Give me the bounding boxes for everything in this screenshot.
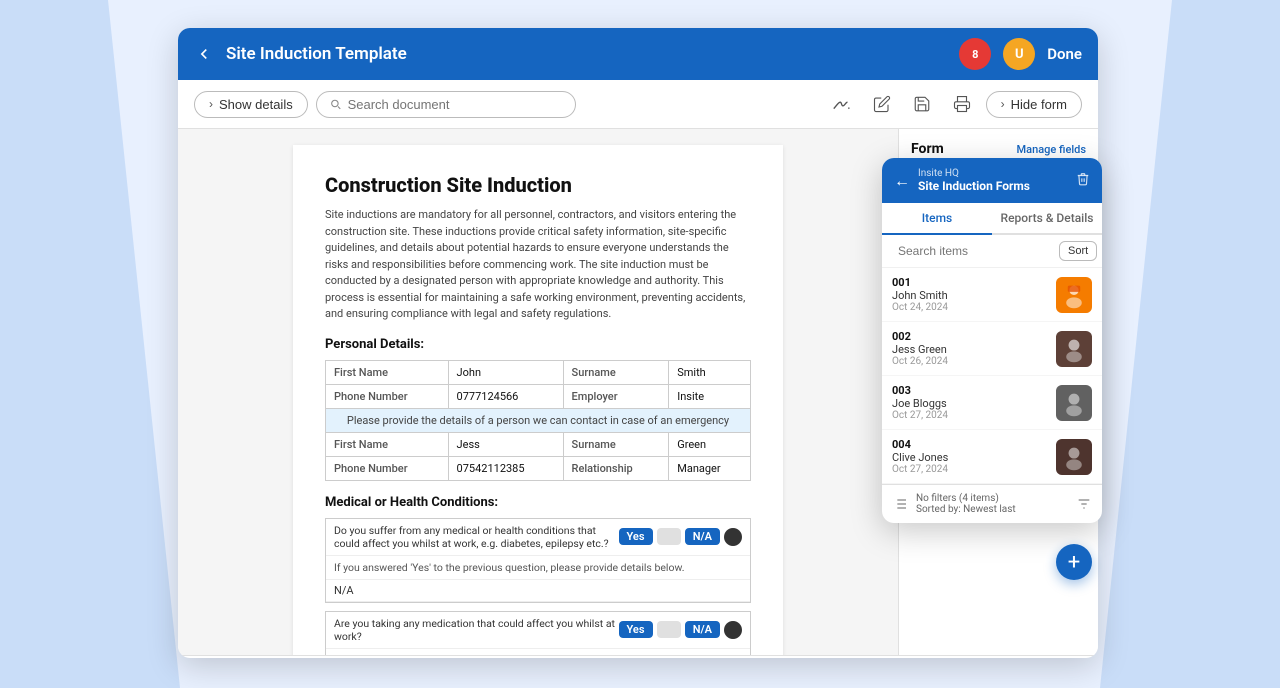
tab-items[interactable]: Items <box>882 203 992 235</box>
medical-q1: Do you suffer from any medical or health… <box>325 518 751 603</box>
page-title: Site Induction Template <box>226 44 947 64</box>
phone-value: 0777124566 <box>448 384 563 408</box>
print-icon[interactable] <box>946 88 978 120</box>
emerg-phone-label: Phone Number <box>326 456 449 480</box>
document-area: Construction Site Induction Site inducti… <box>178 129 898 655</box>
mq2-grey-button <box>657 621 681 638</box>
item-avatar-004 <box>1056 439 1092 475</box>
flyout-form-name: Site Induction Forms <box>918 179 1068 193</box>
mq2-yes-button[interactable]: Yes <box>619 621 653 638</box>
footer-filters-text: No filters (4 items) Sorted by: Newest l… <box>916 493 1068 515</box>
item-info-001: 001 John Smith Oct 24, 2024 <box>892 276 1056 313</box>
search-input[interactable] <box>348 97 563 112</box>
chevron-right-icon: › <box>209 97 213 111</box>
flyout-company: Insite HQ <box>918 168 1068 179</box>
document-intro: Site inductions are mandatory for all pe… <box>325 207 751 323</box>
phone-label: Phone Number <box>326 384 449 408</box>
mq2-detail: If you answered 'Yes' to the previous qu… <box>326 649 750 656</box>
item-info-004: 004 Clive Jones Oct 27, 2024 <box>892 438 1056 475</box>
flyout-search-input[interactable] <box>898 244 1053 258</box>
personal-details-table: First Name John Surname Smith Phone Numb… <box>325 360 751 481</box>
sort-button[interactable]: Sort <box>1059 241 1097 261</box>
flyout-header-text: Insite HQ Site Induction Forms <box>918 168 1068 193</box>
chevron-right-icon2: › <box>1001 97 1005 111</box>
search-icon <box>329 97 342 111</box>
flyout-tabs: Items Reports & Details <box>882 203 1102 235</box>
trash-icon[interactable] <box>1076 172 1090 190</box>
mq1-buttons: Yes N/A <box>619 528 743 546</box>
employer-value: Insite <box>669 384 751 408</box>
emerg-phone-value: 07542112385 <box>448 456 563 480</box>
mq2-text: Are you taking any medication that could… <box>334 617 619 643</box>
emerg-surname-label: Surname <box>563 432 669 456</box>
mq1-row: Do you suffer from any medical or health… <box>326 519 750 556</box>
medical-q2: Are you taking any medication that could… <box>325 611 751 656</box>
mq1-detail: If you answered 'Yes' to the previous qu… <box>326 556 750 580</box>
edit-icon[interactable] <box>866 88 898 120</box>
first-name-label: First Name <box>326 360 449 384</box>
surname-value: Smith <box>669 360 751 384</box>
list-item[interactable]: 004 Clive Jones Oct 27, 2024 <box>882 430 1102 484</box>
relationship-value: Manager <box>669 456 751 480</box>
personal-details-title: Personal Details: <box>325 337 751 352</box>
header: Site Induction Template 8 U Done <box>178 28 1098 80</box>
done-button[interactable]: Done <box>1047 45 1082 63</box>
list-item[interactable]: 002 Jess Green Oct 26, 2024 <box>882 322 1102 376</box>
mq1-yes-button[interactable]: Yes <box>619 528 653 545</box>
item-info-003: 003 Joe Bloggs Oct 27, 2024 <box>892 384 1056 421</box>
form-title: Form <box>911 141 944 157</box>
manage-fields-link[interactable]: Manage fields <box>1017 143 1086 156</box>
medical-title: Medical or Health Conditions: <box>325 495 751 510</box>
mq1-dot-button[interactable] <box>724 528 742 546</box>
avatar[interactable]: U <box>1003 38 1035 70</box>
mq2-na-button[interactable]: N/A <box>685 621 720 638</box>
flyout-search-bar: Sort <box>882 235 1102 268</box>
mq1-na-button[interactable]: N/A <box>685 528 720 545</box>
notification-badge[interactable]: 8 <box>959 38 991 70</box>
emerg-first-name-value: Jess <box>448 432 563 456</box>
item-avatar-001 <box>1056 277 1092 313</box>
mq1-text: Do you suffer from any medical or health… <box>334 524 619 550</box>
search-box[interactable] <box>316 91 576 118</box>
flyout-header: ← Insite HQ Site Induction Forms <box>882 158 1102 203</box>
tab-reports[interactable]: Reports & Details <box>992 203 1102 233</box>
back-button[interactable] <box>194 44 214 64</box>
item-avatar-003 <box>1056 385 1092 421</box>
document-page: Construction Site Induction Site inducti… <box>293 145 783 655</box>
mq2-row: Are you taking any medication that could… <box>326 612 750 649</box>
flyout-back-button[interactable]: ← <box>894 171 910 191</box>
mq2-buttons: Yes N/A <box>619 621 743 639</box>
flyout-footer: No filters (4 items) Sorted by: Newest l… <box>882 484 1102 523</box>
employer-label: Employer <box>563 384 669 408</box>
mq2-dot-button[interactable] <box>724 621 742 639</box>
mq1-grey-button <box>657 528 681 545</box>
hide-form-button[interactable]: › Hide form <box>986 91 1082 118</box>
surname-label: Surname <box>563 360 669 384</box>
bottom-bar: Edit Copy <box>178 655 1098 658</box>
emergency-notice: Please provide the details of a person w… <box>326 408 751 432</box>
emerg-surname-value: Green <box>669 432 751 456</box>
first-name-value: John <box>448 360 563 384</box>
filter-icon[interactable] <box>1076 496 1092 512</box>
flyout-panel: ← Insite HQ Site Induction Forms Items R… <box>882 158 1102 523</box>
show-details-button[interactable]: › Show details <box>194 91 308 118</box>
signature-icon[interactable] <box>826 88 858 120</box>
relationship-label: Relationship <box>563 456 669 480</box>
mq1-na-value: N/A <box>326 580 750 602</box>
flyout-items-list: 001 John Smith Oct 24, 2024 002 Jess Gre… <box>882 268 1102 484</box>
fab-add-button[interactable]: + <box>1056 544 1092 580</box>
list-icon <box>892 496 908 512</box>
list-item[interactable]: 003 Joe Bloggs Oct 27, 2024 <box>882 376 1102 430</box>
emerg-first-name-label: First Name <box>326 432 449 456</box>
item-info-002: 002 Jess Green Oct 26, 2024 <box>892 330 1056 367</box>
list-item[interactable]: 001 John Smith Oct 24, 2024 <box>882 268 1102 322</box>
panel-header: Form Manage fields <box>911 141 1086 157</box>
document-title: Construction Site Induction <box>325 173 751 197</box>
toolbar: › Show details › Hide form <box>178 80 1098 129</box>
item-avatar-002 <box>1056 331 1092 367</box>
save-icon[interactable] <box>906 88 938 120</box>
